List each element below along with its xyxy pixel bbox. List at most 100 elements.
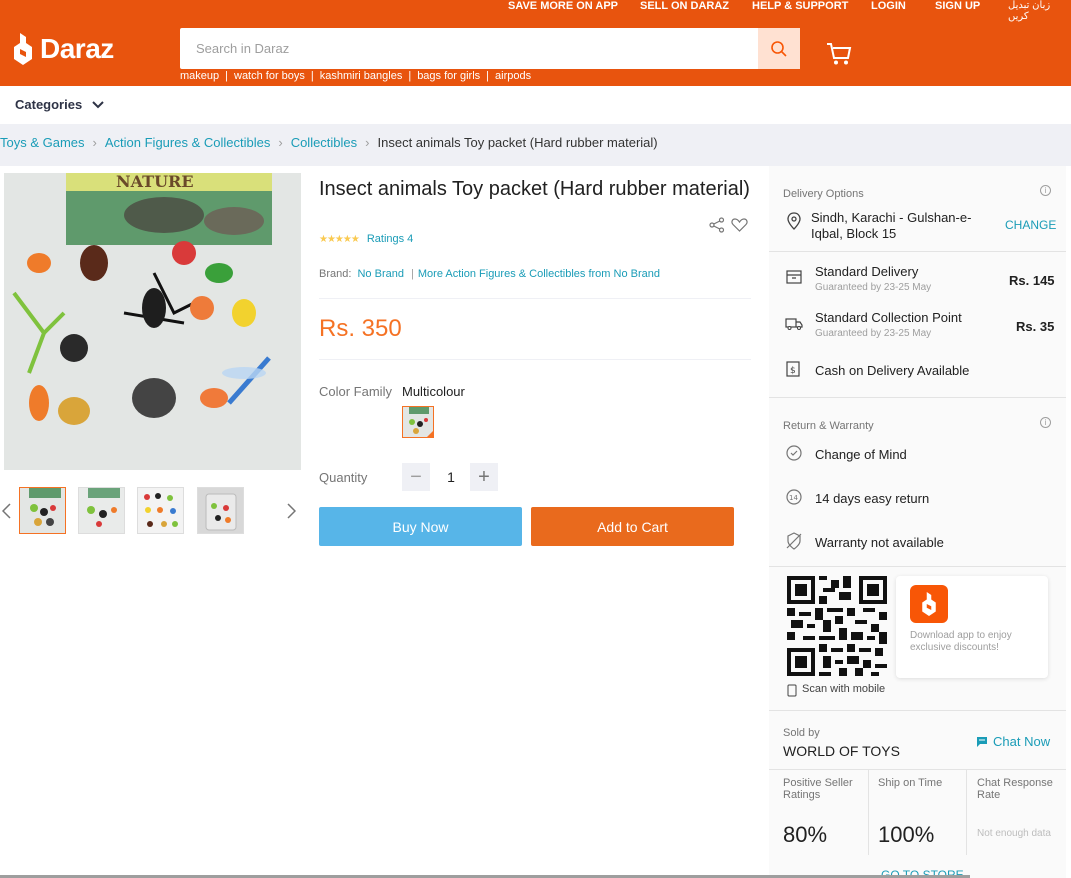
breadcrumb-current: Insect animals Toy packet (Hard rubber m…: [377, 135, 658, 150]
brand-row: Brand: No Brand | More Action Figures & C…: [319, 268, 660, 280]
thumbnail-1[interactable]: [19, 487, 66, 534]
ratings-link[interactable]: Ratings 4: [367, 233, 413, 245]
positive-ratings-stat: Positive Seller Ratings 80%: [769, 769, 868, 855]
seller-name[interactable]: WORLD OF TOYS: [783, 743, 900, 759]
thumbnail-2[interactable]: [78, 487, 125, 534]
mobile-phone-icon: [787, 684, 797, 697]
truck-icon: [785, 318, 803, 330]
add-to-cart-button[interactable]: Add to Cart: [531, 507, 734, 546]
ship-on-time-stat: Ship on Time 100%: [868, 769, 966, 855]
warranty-item: Change of Mind: [815, 447, 907, 462]
cash-icon: $: [786, 361, 800, 377]
standard-delivery-price: Rs. 145: [1009, 273, 1055, 288]
box-label: NATURE: [116, 173, 194, 191]
chevron-right-icon[interactable]: [287, 503, 296, 519]
topnav-save-more[interactable]: SAVE MORE ON APP: [508, 0, 618, 12]
cart-button[interactable]: [826, 42, 852, 71]
chat-response-stat: Chat Response Rate Not enough data: [966, 769, 1066, 855]
chat-now-label: Chat Now: [993, 734, 1051, 749]
stat-value: 100%: [878, 822, 935, 847]
divider: [769, 566, 1066, 567]
breadcrumb-link[interactable]: Collectibles: [291, 135, 357, 150]
divider: [319, 359, 751, 360]
chevron-right-icon: ›: [365, 135, 370, 150]
collection-point-price: Rs. 35: [1016, 319, 1055, 334]
collection-point-eta: Guaranteed by 23-25 May: [815, 328, 932, 339]
quantity-value[interactable]: 1: [437, 469, 465, 485]
thumbnail-3[interactable]: [137, 487, 184, 534]
chevron-left-icon[interactable]: [2, 503, 11, 519]
topnav-signup[interactable]: SIGN UP: [935, 0, 980, 12]
logo-text: Daraz: [40, 33, 114, 64]
suggestion-link[interactable]: watch for boys: [234, 70, 305, 82]
suggestion-link[interactable]: kashmiri bangles: [320, 70, 403, 82]
share-icon[interactable]: [709, 217, 725, 233]
stat-label: Chat Response Rate: [977, 777, 1053, 801]
search-button[interactable]: [758, 28, 800, 69]
scan-with-mobile-text: Scan with mobile: [802, 683, 886, 695]
standard-delivery-name: Standard Delivery: [815, 264, 919, 279]
return-warranty-title: Return & Warranty: [783, 420, 874, 432]
info-icon[interactable]: i: [1040, 417, 1051, 428]
cod-text: Cash on Delivery Available: [815, 363, 970, 378]
quantity-increase-button[interactable]: +: [470, 463, 498, 491]
breadcrumb: Toys & Games › Action Figures & Collectibl…: [0, 124, 1071, 166]
search-suggestions: makeup | watch for boys | kashmiri bangles | b…: [180, 70, 532, 82]
brand-link[interactable]: No Brand: [357, 268, 403, 280]
search-input[interactable]: [180, 28, 758, 69]
topnav-sell[interactable]: SELL ON DARAZ: [640, 0, 729, 12]
divider: [769, 710, 1066, 711]
topnav-help[interactable]: HELP & SUPPORT: [752, 0, 848, 12]
heart-icon[interactable]: [731, 217, 748, 233]
delivery-location: Sindh, Karachi - Gulshan-e-Iqbal, Block …: [811, 210, 972, 241]
buy-now-button[interactable]: Buy Now: [319, 507, 522, 546]
topnav-login[interactable]: LOGIN: [871, 0, 906, 12]
topnav-language[interactable]: زبان تبدیل کریں: [1008, 0, 1071, 22]
insect-toys-photo: NATURE: [4, 173, 301, 470]
suggestion-link[interactable]: makeup: [180, 70, 219, 82]
product-main-image[interactable]: NATURE: [4, 173, 301, 470]
chevron-down-icon: [92, 100, 104, 108]
chevron-right-icon: ›: [278, 135, 283, 150]
change-location-link[interactable]: CHANGE: [1005, 218, 1056, 232]
app-download-card[interactable]: Download app to enjoy exclusive discount…: [896, 576, 1048, 678]
info-icon[interactable]: i: [1040, 185, 1051, 196]
suggestion-link[interactable]: airpods: [495, 70, 531, 82]
star-rating-icon: ★★★★★: [319, 233, 360, 245]
stat-value: Not enough data: [977, 828, 1051, 839]
color-swatch-multicolour[interactable]: [402, 406, 434, 438]
shield-off-icon: [786, 532, 802, 550]
suggestion-link[interactable]: bags for girls: [417, 70, 480, 82]
daraz-logo[interactable]: Daraz: [12, 33, 114, 65]
category-bar: Categories: [0, 86, 1071, 124]
divider: [769, 251, 1066, 252]
warranty-item: Warranty not available: [815, 535, 944, 550]
qr-code[interactable]: [787, 576, 887, 676]
divider: [319, 298, 751, 299]
location-pin-icon: [787, 212, 801, 230]
chat-now-button[interactable]: Chat Now: [976, 734, 1050, 749]
thumbnail-4[interactable]: [197, 487, 244, 534]
breadcrumb-link[interactable]: Toys & Games: [0, 135, 85, 150]
quantity-label: Quantity: [319, 470, 368, 485]
product-price: Rs. 350: [319, 315, 402, 342]
categories-label: Categories: [15, 97, 83, 112]
sold-by-label: Sold by: [783, 727, 820, 739]
chat-icon: [977, 736, 987, 747]
breadcrumb-link[interactable]: Action Figures & Collectibles: [105, 135, 270, 150]
more-from-brand-link[interactable]: More Action Figures & Collectibles from …: [418, 268, 660, 280]
delivery-options-title: Delivery Options: [783, 188, 864, 200]
brand-label: Brand:: [319, 268, 352, 280]
collection-point-name: Standard Collection Point: [815, 310, 962, 325]
standard-delivery-eta: Guaranteed by 23-25 May: [815, 282, 932, 293]
categories-dropdown[interactable]: Categories: [15, 97, 104, 112]
site-header: SAVE MORE ON APP SELL ON DARAZ HELP & SU…: [0, 0, 1071, 86]
quantity-decrease-button[interactable]: −: [402, 463, 430, 491]
svg-text:14: 14: [789, 494, 798, 502]
stat-label: Positive Seller Ratings: [783, 777, 853, 801]
stat-value: 80%: [783, 822, 828, 847]
chevron-right-icon: ›: [92, 135, 97, 150]
daraz-logo-icon: [14, 33, 32, 65]
thumbnail-strip: [0, 487, 300, 535]
cart-icon: [827, 43, 852, 65]
